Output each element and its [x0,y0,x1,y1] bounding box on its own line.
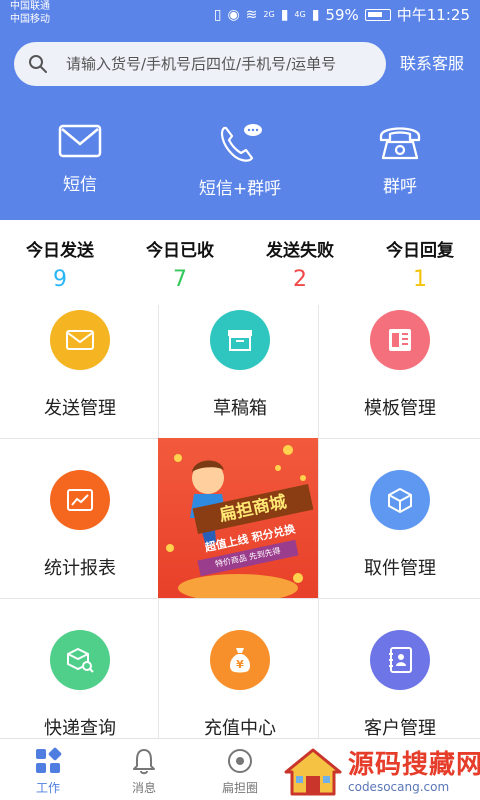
grid-item-pickup-management[interactable]: 取件管理 [320,460,480,610]
contacts-icon [370,630,430,690]
stat-title: 今日已收 [146,241,214,261]
promo-banner[interactable]: 扁担商城 超值上线 积分兑换 特价商品 先到先得 [158,438,318,598]
grid-item-label: 客户管理 [364,718,436,739]
circle-icon [228,749,252,773]
house-logo-icon [284,748,342,796]
nav-tab-work[interactable]: 工作 [0,747,96,796]
search-bar[interactable] [14,42,386,86]
grid-icon [36,747,62,773]
stat-failed[interactable]: 发送失败 2 [240,236,360,292]
search-icon [29,55,47,73]
quick-action-label: 短信 [63,175,97,195]
nav-tab-messages[interactable]: 消息 [96,747,192,796]
grid-item-label: 充值中心 [204,718,276,739]
money-bag-icon: ¥ [210,630,270,690]
status-indicators: ▯ ◉ ≋ 2G ▮ 4G ▮ 59% 中午11:25 [214,4,470,25]
nav-label: 工作 [35,781,60,795]
grid-item-label: 草稿箱 [213,398,267,419]
quick-action-group-call[interactable]: 群呼 [320,122,480,197]
stat-sent[interactable]: 今日发送 9 [0,236,120,292]
battery-icon [364,8,391,21]
carrier-1: 中国联通 [10,1,50,12]
battery-percent: 59% [325,5,359,24]
watermark: 源码搜藏网 codesocang.com [282,742,480,800]
network-2: 4G [294,10,306,19]
nav-label: 消息 [131,781,156,795]
phone-chat-icon [221,124,262,162]
signal-icon: ▮ [280,6,289,23]
vibrate-icon: ▯ [213,6,222,23]
stat-replied[interactable]: 今日回复 1 [360,236,480,292]
grid-item-label: 模板管理 [364,398,436,419]
grid-item-statistics[interactable]: 统计报表 [0,460,160,610]
envelope-icon [58,124,102,158]
stat-title: 今日回复 [386,241,454,261]
carrier-2: 中国移动 [10,14,50,25]
stat-value: 7 [173,267,187,292]
nav-label: 扁担圈 [221,781,258,795]
grid-item-label: 统计报表 [44,558,116,579]
grid-item-drafts[interactable]: 草稿箱 [160,300,320,450]
eye-icon: ◉ [227,6,240,23]
watermark-url: codesocang.com [348,780,450,794]
status-bar: 中国联通 中国移动 ▯ ◉ ≋ 2G ▮ 4G ▮ 59% 中午11:25 [0,0,480,30]
contact-service-link[interactable]: 联系客服 [400,50,464,74]
nav-tab-circle[interactable]: 扁担圈 [192,747,288,796]
bell-icon [133,749,155,775]
wifi-icon: ≋ [245,6,258,23]
quick-action-label: 群呼 [383,177,417,197]
grid-item-template-management[interactable]: 模板管理 [320,300,480,450]
box-search-icon [50,630,110,690]
quick-action-label: 短信+群呼 [198,179,282,199]
carrier-info: 中国联通 中国移动 [10,0,50,26]
quick-action-sms[interactable]: 短信 [0,122,160,195]
today-stats: 今日发送 9 今日已收 7 发送失败 2 今日回复 1 [0,220,480,300]
stat-value: 2 [293,267,307,292]
stat-received[interactable]: 今日已收 7 [120,236,240,292]
grid-item-label: 发送管理 [44,398,116,419]
package-icon [370,470,430,530]
watermark-title: 源码搜藏网 [348,750,480,780]
stat-title: 发送失败 [266,241,334,261]
clock: 中午11:25 [396,6,470,24]
search-input[interactable] [66,42,376,86]
svg-text:¥: ¥ [236,658,244,671]
chart-icon [50,470,110,530]
archive-box-icon [210,310,270,370]
template-icon [370,310,430,370]
stat-value: 1 [413,267,427,292]
signal-icon-2: ▮ [311,6,320,23]
stat-title: 今日发送 [26,241,94,261]
grid-item-label: 取件管理 [364,558,436,579]
quick-action-sms-call[interactable]: 短信+群呼 [160,122,320,199]
telephone-icon [379,127,421,160]
grid-item-label: 快递查询 [44,718,116,739]
grid-item-send-management[interactable]: 发送管理 [0,300,160,450]
envelope-icon [50,310,110,370]
stat-value: 9 [53,267,67,292]
header: 联系客服 短信 短信+群呼 群呼 [0,30,480,220]
network-1: 2G [263,10,275,19]
